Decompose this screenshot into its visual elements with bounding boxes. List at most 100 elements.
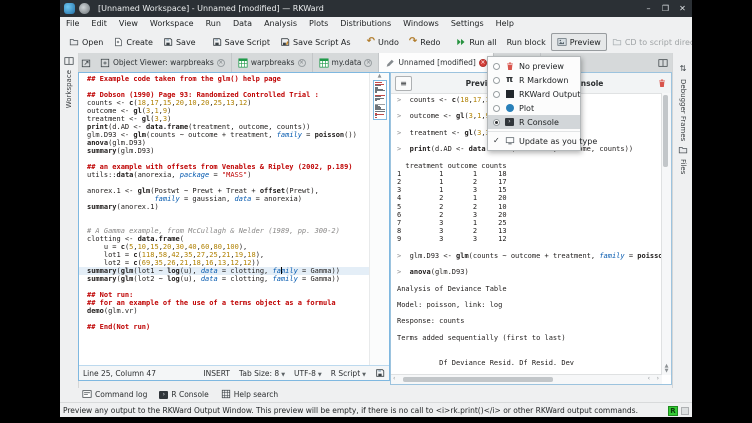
- bottom-tab-help-search[interactable]: Help search: [221, 389, 278, 399]
- insert-mode[interactable]: INSERT: [203, 369, 230, 378]
- tool-tab-files[interactable]: Files: [679, 159, 687, 174]
- code-line: ## Example code taken from the glm() hel…: [87, 75, 370, 83]
- preview-menu-item-r-markdown[interactable]: πR Markdown: [488, 73, 580, 87]
- toolbar: OpenCreateSave Save ScriptSave Script As ↶…: [60, 31, 692, 54]
- bottom-tab-command-log[interactable]: Command log: [82, 389, 147, 399]
- files-icon: [678, 145, 688, 155]
- scrollbar-thumb[interactable]: [403, 377, 553, 382]
- preview-icon: [557, 37, 567, 47]
- toolbar-save-script-button[interactable]: Save Script: [207, 34, 275, 50]
- r-console-icon: ›: [159, 389, 168, 399]
- chevron-down-icon: ▼: [281, 372, 285, 378]
- save-icon[interactable]: [375, 368, 385, 378]
- minimize-button[interactable]: –: [643, 4, 654, 13]
- toolbar-redo-button[interactable]: ↷Redo: [404, 34, 445, 50]
- menu-distributions[interactable]: Distributions: [334, 17, 397, 31]
- editor-scrollbar[interactable]: ▲: [369, 73, 389, 366]
- tab-my-data[interactable]: my.data×: [313, 53, 380, 72]
- toolbar-run-all-button[interactable]: Run all: [451, 34, 501, 50]
- hamburger-menu-button[interactable]: ≡: [395, 76, 412, 91]
- console-line: [397, 153, 662, 161]
- menu-data[interactable]: Data: [227, 17, 258, 31]
- no-preview-icon: [504, 61, 515, 71]
- menu-help[interactable]: Help: [490, 17, 520, 31]
- menu-file[interactable]: File: [60, 17, 85, 31]
- title-bar: [Unnamed Workspace] - Unnamed [modified]…: [60, 0, 692, 17]
- preview-menu-item-rkward-output[interactable]: RKWard Output: [488, 87, 580, 101]
- code-line: [87, 155, 370, 163]
- chevron-down-icon: ▼: [318, 372, 322, 378]
- code-line: summary(glm(lot1 ~ log(u), data = clotti…: [79, 267, 370, 275]
- menu-run[interactable]: Run: [200, 17, 227, 31]
- my-data-icon: [319, 58, 329, 68]
- code-line: lot1 = c(118,58,42,35,27,25,21,19,18),: [87, 251, 370, 259]
- scroll-left-icon[interactable]: ‹: [648, 375, 650, 383]
- toolbar-open-button[interactable]: Open: [64, 34, 108, 50]
- create-icon: [113, 37, 123, 47]
- tab-warpbreaks[interactable]: warpbreaks×: [232, 53, 313, 72]
- tool-tab-workspace[interactable]: Workspace: [65, 70, 73, 108]
- preview-menu-item-r-console[interactable]: ›R Console: [488, 115, 580, 129]
- tab-unnamed-modified[interactable]: Unnamed [modified]×: [379, 53, 493, 72]
- menu-analysis[interactable]: Analysis: [258, 17, 303, 31]
- discard-preview-icon[interactable]: [657, 78, 667, 88]
- preview-menu-item-plot[interactable]: Plot: [488, 101, 580, 115]
- script-editor-pane[interactable]: ## Example code taken from the glm() hel…: [78, 72, 390, 381]
- monitor-icon: [504, 136, 515, 146]
- console-horizontal-scrollbar[interactable]: ‹ ‹ ›: [391, 374, 662, 384]
- close-tab-icon[interactable]: ×: [298, 59, 306, 67]
- tab-size-select[interactable]: Tab Size: 8▼: [239, 369, 285, 378]
- app-icon: [64, 3, 75, 14]
- close-tab-icon[interactable]: ×: [479, 59, 487, 67]
- scroll-arrows[interactable]: ▲▼: [662, 364, 671, 374]
- console-line: Df Deviance Resid. Df Resid. Dev: [397, 359, 662, 367]
- console-vertical-scrollbar[interactable]: ▲▼: [661, 93, 671, 375]
- preview-menu-item-no-preview[interactable]: No preview: [488, 59, 580, 73]
- close-tab-icon[interactable]: ×: [217, 59, 225, 67]
- code-line: u = c(5,10,15,20,30,40,60,80,100),: [87, 243, 370, 251]
- scroll-up-icon[interactable]: ▲: [378, 73, 382, 79]
- toolbar-save-button[interactable]: Save: [158, 34, 201, 50]
- status-bar: Preview any output to the RKWard Output …: [60, 402, 692, 417]
- code-area[interactable]: ## Example code taken from the glm() hel…: [79, 75, 370, 366]
- split-view-icon[interactable]: [658, 53, 672, 72]
- chevron-down-icon: ▼: [362, 372, 366, 378]
- tab-object-viewer-warpbreaks[interactable]: Object Viewer: warpbreaks×: [94, 53, 232, 72]
- code-line: outcome <- gl(3,1,9): [87, 107, 370, 115]
- menu-windows[interactable]: Windows: [397, 17, 445, 31]
- preview-menu-item-update-as-you-type[interactable]: ✓Update as you type: [488, 134, 580, 148]
- close-button[interactable]: ✕: [677, 4, 688, 13]
- bottom-tab-r-console[interactable]: ›R Console: [159, 389, 208, 399]
- scroll-right-icon[interactable]: ›: [657, 375, 659, 383]
- maximize-button[interactable]: ❐: [660, 4, 671, 13]
- toolbar-create-button[interactable]: Create: [108, 34, 158, 50]
- toolbar-save-script-as-button[interactable]: Save Script As: [275, 34, 356, 50]
- console-line: [397, 293, 662, 301]
- close-tab-icon[interactable]: ×: [364, 59, 372, 67]
- toolbar-preview-button[interactable]: Preview: [551, 33, 607, 51]
- undo-icon: ↶: [367, 37, 375, 47]
- r-console-icon: ›: [504, 118, 515, 126]
- command-log-icon: [82, 389, 92, 399]
- toolbar-cd-to-script-directory-button[interactable]: CD to script directory: [607, 34, 692, 50]
- minimap[interactable]: [373, 80, 387, 120]
- menu-view[interactable]: View: [113, 17, 144, 31]
- detach-window-icon[interactable]: [78, 53, 94, 72]
- filetype-select[interactable]: R Script▼: [331, 369, 366, 378]
- tool-tab-debugger-frames[interactable]: Debugger Frames: [679, 79, 687, 141]
- toolbar-undo-button[interactable]: ↶Undo: [362, 34, 404, 50]
- menu-edit[interactable]: Edit: [85, 17, 113, 31]
- cursor-position: Line 25, Column 47: [83, 369, 156, 378]
- toolbar-run-block-button[interactable]: Run block: [502, 35, 551, 50]
- scroll-left-icon[interactable]: ‹: [393, 375, 395, 383]
- engine-activity-icon: [681, 407, 689, 415]
- menu-workspace[interactable]: Workspace: [144, 17, 200, 31]
- code-line: # A Gamma example, from McCullagh & Neld…: [87, 227, 370, 235]
- code-line: ## Dobson (1990) Page 93: Randomized Con…: [87, 91, 370, 99]
- encoding-select[interactable]: UTF-8▼: [294, 369, 322, 378]
- scrollbar-thumb[interactable]: [663, 95, 668, 167]
- menu-plots[interactable]: Plots: [303, 17, 334, 31]
- r-engine-status-badge[interactable]: R: [668, 406, 678, 416]
- menu-settings[interactable]: Settings: [445, 17, 490, 31]
- console-line: [397, 244, 662, 252]
